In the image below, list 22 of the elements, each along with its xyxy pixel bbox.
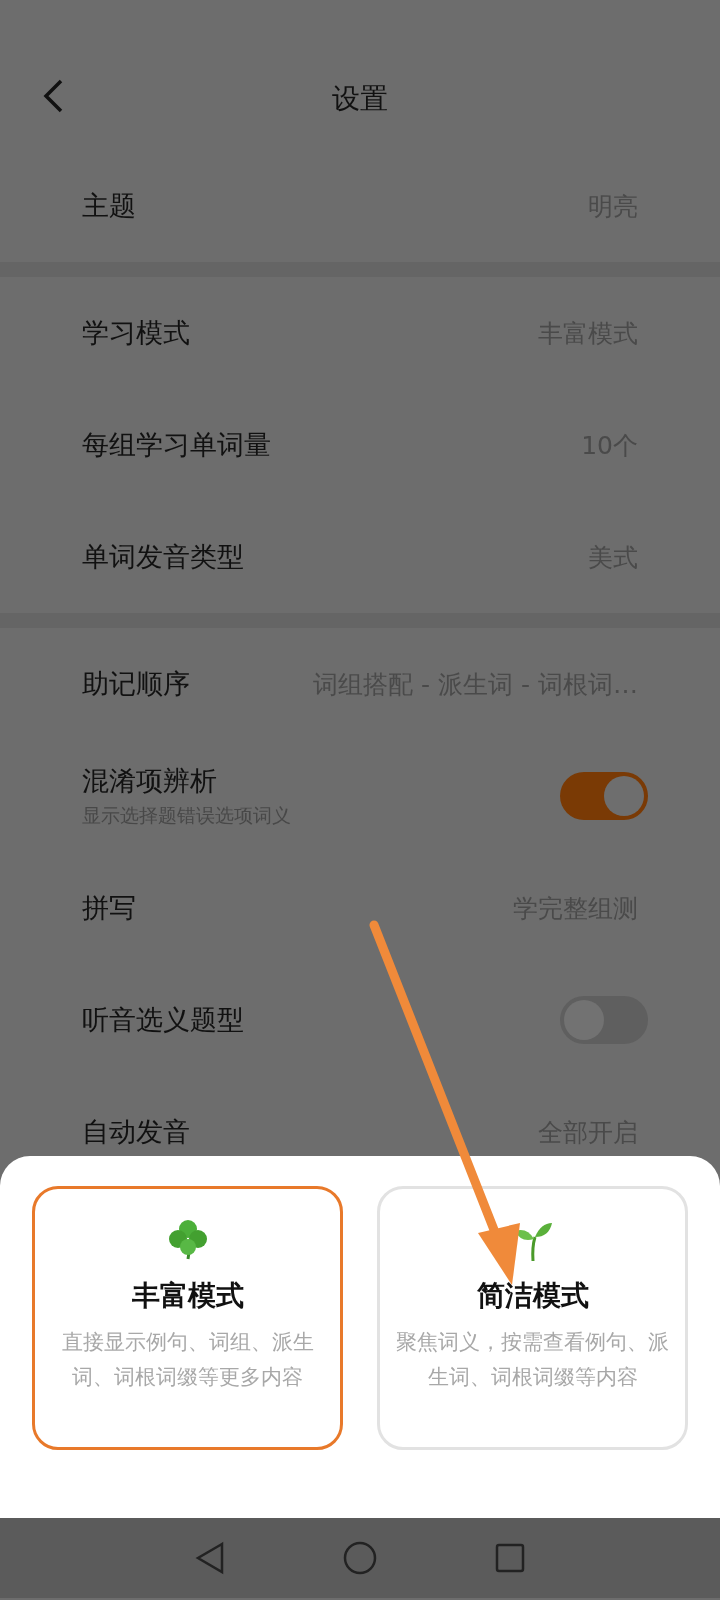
recents-square-icon[interactable] bbox=[495, 1543, 525, 1573]
setting-label: 听音选义题型 bbox=[82, 1003, 244, 1037]
setting-label: 每组学习单词量 bbox=[82, 428, 271, 462]
setting-label: 学习模式 bbox=[82, 316, 190, 350]
setting-label: 助记顺序 bbox=[82, 667, 190, 701]
setting-label: 主题 bbox=[82, 189, 136, 223]
setting-label: 拼写 bbox=[82, 891, 136, 925]
setting-label: 混淆项辨析 bbox=[82, 764, 218, 798]
setting-label: 单词发音类型 bbox=[82, 540, 244, 574]
mode-card[interactable]: 丰富模式 直接显示例句、词组、派生词、词根词缀等更多内容 bbox=[32, 1186, 343, 1450]
mode-title: 简洁模式 bbox=[476, 1278, 589, 1314]
home-circle-icon[interactable] bbox=[343, 1541, 377, 1575]
mode-description: 聚焦词义，按需查看例句、派生词、词根词缀等内容 bbox=[396, 1329, 669, 1391]
page-title: 设置 bbox=[332, 81, 388, 117]
setting-label: 自动发音 bbox=[82, 1115, 190, 1149]
mode-card[interactable]: 简洁模式 聚焦词义，按需查看例句、派生词、词根词缀等内容 bbox=[377, 1186, 688, 1450]
settings-row[interactable]: 听音选义题型 bbox=[0, 964, 720, 1076]
back-triangle-icon[interactable] bbox=[195, 1541, 225, 1575]
mode-title: 丰富模式 bbox=[131, 1278, 244, 1314]
back-icon[interactable] bbox=[42, 78, 64, 114]
toggle-switch[interactable] bbox=[560, 772, 648, 820]
mode-description: 直接显示例句、词组、派生词、词根词缀等更多内容 bbox=[60, 1329, 315, 1391]
